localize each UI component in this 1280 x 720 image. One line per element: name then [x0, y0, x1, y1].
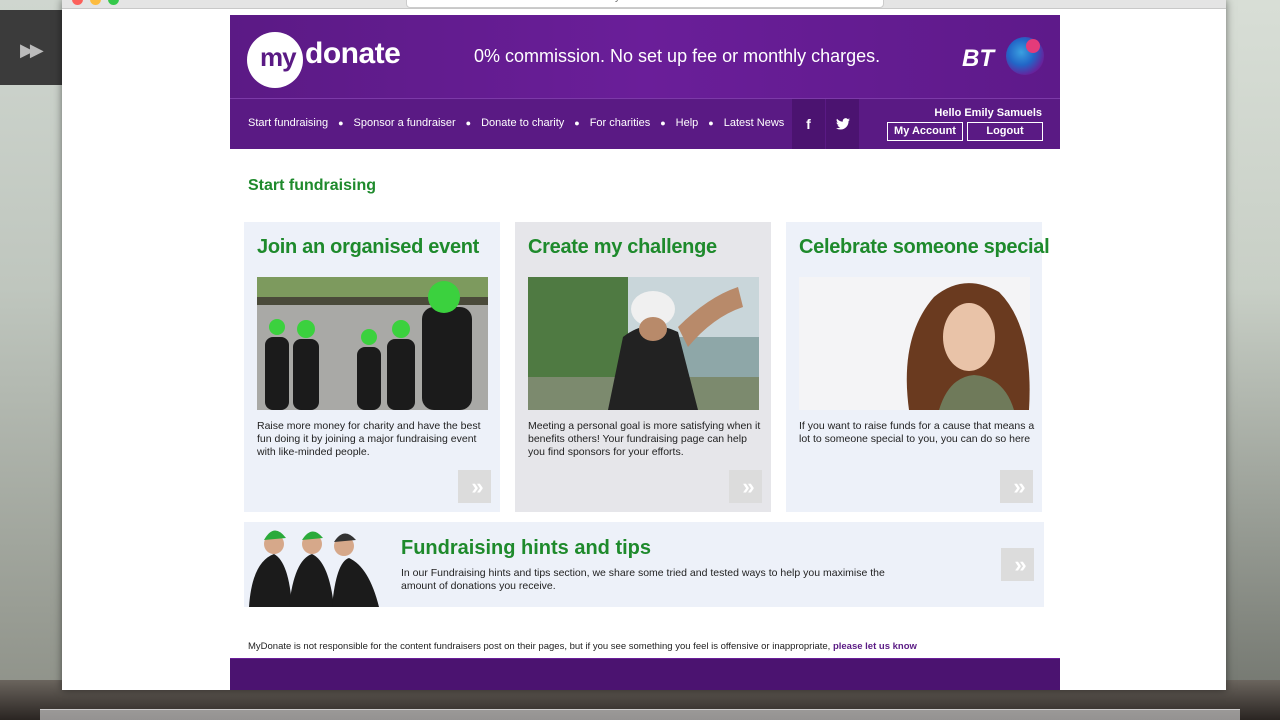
logo-my-text: my [260, 42, 297, 72]
card-celebrate-someone[interactable]: Celebrate someone special If you want to… [786, 222, 1050, 512]
card-description: Meeting a personal goal is more satisfyi… [528, 420, 761, 458]
fast-forward-icon[interactable]: ▶▶ [20, 40, 44, 61]
site-header: my donate 0% commission. No set up fee o… [230, 15, 1060, 98]
card-description: Raise more money for charity and have th… [257, 420, 481, 458]
cyclist-photo[interactable] [528, 277, 759, 410]
my-account-button[interactable]: My Account [887, 122, 963, 141]
card-description: If you want to raise funds for a cause t… [799, 420, 1035, 445]
card-title[interactable]: Celebrate someone special [799, 236, 1050, 259]
address-bar[interactable]: mydonate.bt.com [406, 0, 884, 8]
card-organised-event[interactable]: Join an organised event Raise more money… [244, 222, 500, 512]
dock[interactable] [40, 709, 1240, 720]
nav-bullet-icon: ● [338, 118, 344, 128]
card-create-challenge[interactable]: Create my challenge Meeting a personal g… [515, 222, 771, 512]
disclaimer: MyDonate is not responsible for the cont… [248, 641, 917, 652]
card-title[interactable]: Create my challenge [528, 236, 717, 259]
desktop-background-right [1226, 0, 1280, 720]
nav-donate-to-charity[interactable]: Donate to charity [481, 117, 564, 129]
nav-sponsor-fundraiser[interactable]: Sponsor a fundraiser [354, 117, 456, 129]
bt-logo-text[interactable]: BT [962, 45, 994, 73]
main-navigation: Start fundraising ● Sponsor a fundraiser… [230, 98, 1060, 149]
hints-arrow-button[interactable]: » [1001, 548, 1034, 581]
header-tagline: 0% commission. No set up fee or monthly … [474, 46, 881, 66]
browser-window: mydonate.bt.com my donate 0% commission.… [62, 0, 1226, 690]
browser-toolbar: mydonate.bt.com [62, 0, 1226, 9]
close-window-button[interactable] [72, 0, 83, 5]
desktop-background-left: ▶▶ [0, 0, 62, 720]
swimmers-photo[interactable] [257, 277, 488, 410]
logo-donate-text: donate [305, 37, 401, 70]
nav-bullet-icon: ● [465, 118, 472, 128]
nav-bullet-icon: ● [708, 118, 714, 128]
bt-globe-icon [1006, 37, 1044, 75]
hints-tips-banner[interactable]: Fundraising hints and tips In our Fundra… [244, 522, 1044, 607]
site-footer [230, 658, 1060, 690]
nav-latest-news[interactable]: Latest News [724, 117, 785, 129]
media-panel: ▶▶ [0, 10, 62, 85]
user-greeting: Hello Emily Samuels [934, 107, 1042, 119]
report-link[interactable]: please let us know [833, 641, 917, 652]
card-arrow-button[interactable]: » [458, 470, 491, 503]
facebook-icon[interactable]: f [792, 99, 825, 149]
nav-links: Start fundraising ● Sponsor a fundraiser… [248, 117, 784, 129]
disclaimer-text: MyDonate is not responsible for the cont… [248, 641, 831, 652]
nav-start-fundraising[interactable]: Start fundraising [248, 117, 328, 129]
zoom-window-button[interactable] [108, 0, 119, 5]
woman-photo[interactable] [799, 277, 1030, 410]
nav-help[interactable]: Help [676, 117, 699, 129]
nav-bullet-icon: ● [574, 118, 580, 128]
card-arrow-button[interactable]: » [1000, 470, 1033, 503]
card-title[interactable]: Join an organised event [257, 236, 479, 259]
page-title: Start fundraising [248, 177, 377, 194]
webpage: my donate 0% commission. No set up fee o… [230, 15, 1060, 690]
nav-for-charities[interactable]: For charities [590, 117, 651, 129]
minimize-window-button[interactable] [90, 0, 101, 5]
triathletes-photo [244, 522, 384, 607]
nav-bullet-icon: ● [660, 118, 666, 128]
logout-button[interactable]: Logout [967, 122, 1043, 141]
card-arrow-button[interactable]: » [729, 470, 762, 503]
hints-description: In our Fundraising hints and tips sectio… [401, 567, 885, 592]
twitter-icon[interactable] [826, 99, 859, 149]
hints-title[interactable]: Fundraising hints and tips [401, 537, 651, 560]
